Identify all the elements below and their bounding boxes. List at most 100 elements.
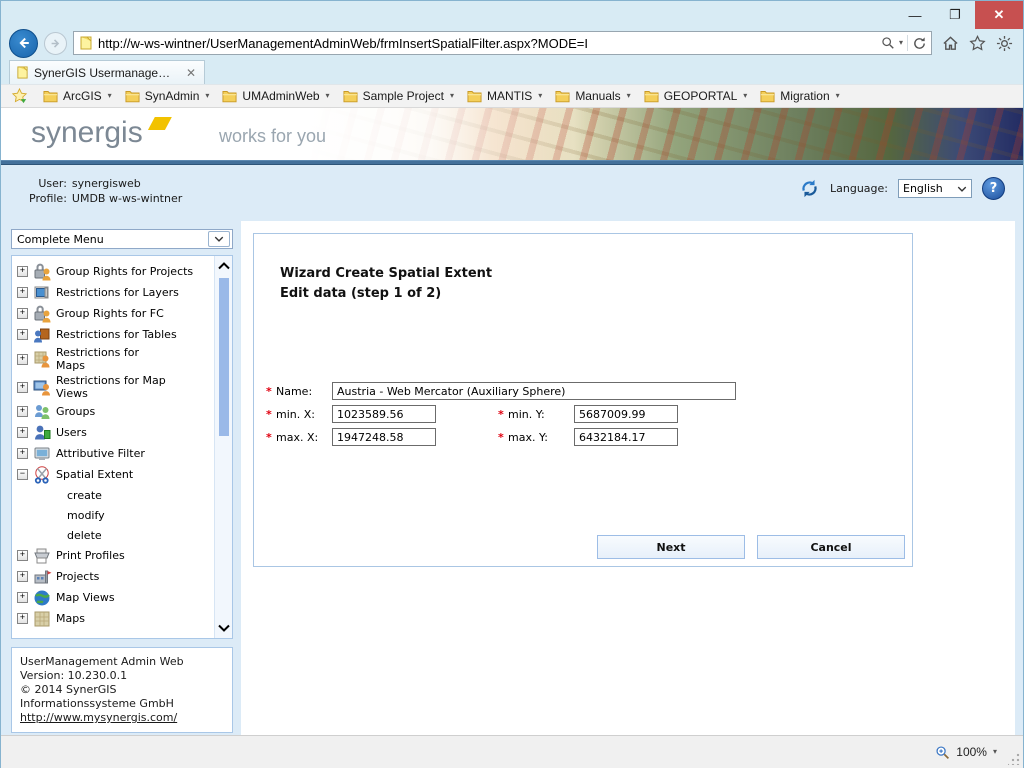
sidebar-item-groups[interactable]: +Groups: [17, 401, 210, 422]
chevron-down-icon: ▾: [108, 92, 112, 100]
sidebar-item-attributive-filter[interactable]: +Attributive Filter: [17, 443, 210, 464]
next-button[interactable]: Next: [597, 535, 745, 559]
cancel-button[interactable]: Cancel: [757, 535, 905, 559]
sidebar-item-users[interactable]: +Users: [17, 422, 210, 443]
expand-icon[interactable]: +: [17, 550, 28, 561]
add-favorite-icon[interactable]: [11, 88, 28, 104]
expand-icon[interactable]: +: [17, 287, 28, 298]
favorite-item-sample-project[interactable]: Sample Project▾: [338, 87, 462, 105]
folder-icon: [555, 90, 570, 103]
favorite-item-label: GEOPORTAL: [664, 89, 738, 103]
search-icon[interactable]: [881, 36, 895, 50]
sidebar-item-spatial-extent[interactable]: −Spatial Extent: [17, 464, 210, 485]
browser-tab[interactable]: SynerGIS Usermanagement ... ✕: [9, 60, 205, 84]
expand-icon[interactable]: +: [17, 308, 28, 319]
menu-select[interactable]: Complete Menu: [11, 229, 233, 249]
synergis-logo: synergis: [31, 116, 162, 150]
sidebar-item-print-profiles[interactable]: + Print Profiles: [17, 545, 210, 566]
expand-icon[interactable]: +: [17, 266, 28, 277]
language-value: English: [903, 182, 943, 195]
favorite-item-arcgis[interactable]: ArcGIS ▾: [38, 87, 120, 105]
folder-icon: [343, 90, 358, 103]
sidebar: Complete Menu +Group Rights for Projects…: [11, 229, 233, 733]
globe-icon: [32, 588, 52, 608]
favorite-item-geoportal[interactable]: GEOPORTAL▾: [639, 87, 756, 105]
menu-select-value: Complete Menu: [17, 233, 104, 246]
back-button[interactable]: [9, 29, 38, 58]
favorite-item-synadmin[interactable]: SynAdmin▾: [120, 87, 218, 105]
synergis-link[interactable]: http://www.mysynergis.com/: [20, 711, 177, 724]
divider: [907, 35, 908, 51]
sidebar-item-projects[interactable]: + Projects: [17, 566, 210, 587]
person-box-icon: [32, 325, 52, 345]
reload-language-icon[interactable]: [799, 178, 820, 199]
expand-icon[interactable]: +: [17, 354, 28, 365]
expand-icon[interactable]: +: [17, 592, 28, 603]
collapse-icon[interactable]: −: [17, 469, 28, 480]
tab-strip: SynerGIS Usermanagement ... ✕: [1, 59, 1023, 84]
sidebar-item-label: Print Profiles: [56, 549, 125, 562]
folder-icon: [760, 90, 775, 103]
favorite-item-migration[interactable]: Migration▾: [755, 87, 847, 105]
zoom-caret-icon[interactable]: ▾: [993, 748, 997, 756]
forward-button[interactable]: [44, 32, 67, 55]
sidebar-item-label: Projects: [56, 570, 99, 583]
search-caret-icon[interactable]: ▾: [899, 39, 903, 47]
maxy-field[interactable]: [574, 428, 678, 446]
sidebar-item-map-views[interactable]: + Map Views: [17, 587, 210, 608]
sidebar-item-restrictions-for-tables[interactable]: +Restrictions for Tables: [17, 324, 210, 345]
sidebar-item-restrictions-for-map-views[interactable]: +Restrictions for Map Views: [17, 373, 210, 401]
chevron-down-icon: ▾: [205, 92, 209, 100]
address-bar[interactable]: ▾: [73, 31, 932, 55]
sidebar-subitem-delete[interactable]: delete: [17, 525, 210, 545]
favorites-star-icon[interactable]: [969, 35, 986, 52]
scrollbar-thumb[interactable]: [219, 278, 229, 436]
expand-icon[interactable]: +: [17, 571, 28, 582]
sidebar-subitem-create[interactable]: create: [17, 485, 210, 505]
expand-icon[interactable]: +: [17, 382, 28, 393]
expand-icon[interactable]: +: [17, 613, 28, 624]
sidebar-item-restrictions-for-maps[interactable]: + Restrictions for Maps: [17, 345, 210, 373]
sidebar-item-maps[interactable]: + Maps: [17, 608, 210, 629]
sidebar-item-group-rights-for-projects[interactable]: +Group Rights for Projects: [17, 261, 210, 282]
expand-icon[interactable]: +: [17, 329, 28, 340]
sidebar-item-label: Group Rights for FC: [56, 307, 164, 320]
maxx-field[interactable]: [332, 428, 436, 446]
language-select[interactable]: English: [898, 179, 972, 198]
help-button[interactable]: ?: [982, 177, 1005, 200]
close-button[interactable]: ✕: [975, 1, 1023, 29]
tab-close-icon[interactable]: ✕: [184, 66, 198, 80]
name-label: Name:: [276, 385, 332, 398]
settings-gear-icon[interactable]: [996, 35, 1013, 52]
zoom-icon[interactable]: [935, 745, 950, 760]
sidebar-subitem-modify[interactable]: modify: [17, 505, 210, 525]
home-icon[interactable]: [942, 35, 959, 52]
favorite-item-label: ArcGIS: [63, 89, 102, 103]
zoom-level[interactable]: 100%: [956, 745, 987, 759]
sidebar-item-group-rights-for-fc[interactable]: + Group Rights for FC: [17, 303, 210, 324]
scroll-up-icon[interactable]: [215, 258, 233, 274]
minx-field[interactable]: [332, 405, 436, 423]
printer-icon: [32, 546, 52, 566]
maximize-button[interactable]: ❐: [935, 1, 975, 29]
sidebar-item-label: Map Views: [56, 591, 115, 604]
sidebar-item-label: Maps: [56, 612, 85, 625]
favorite-item-mantis[interactable]: MANTIS▾: [462, 87, 550, 105]
name-field[interactable]: [332, 382, 736, 400]
refresh-icon[interactable]: [912, 36, 927, 51]
sidebar-item-restrictions-for-layers[interactable]: +Restrictions for Layers: [17, 282, 210, 303]
expand-icon[interactable]: +: [17, 427, 28, 438]
sidebar-item-label: Restrictions for Maps: [56, 346, 168, 372]
tree-scrollbar[interactable]: [214, 256, 232, 638]
favorite-item-label: Manuals: [575, 89, 620, 103]
miny-field[interactable]: [574, 405, 678, 423]
scroll-down-icon[interactable]: [215, 620, 233, 636]
favorite-item-manuals[interactable]: Manuals▾: [550, 87, 638, 105]
resize-grip[interactable]: [1008, 753, 1020, 765]
expand-icon[interactable]: +: [17, 448, 28, 459]
info-line: UserManagement Admin Web: [20, 655, 224, 669]
minimize-button[interactable]: —: [895, 1, 935, 29]
expand-icon[interactable]: +: [17, 406, 28, 417]
url-input[interactable]: [98, 33, 876, 53]
favorite-item-umadminweb[interactable]: UMAdminWeb▾: [217, 87, 337, 105]
